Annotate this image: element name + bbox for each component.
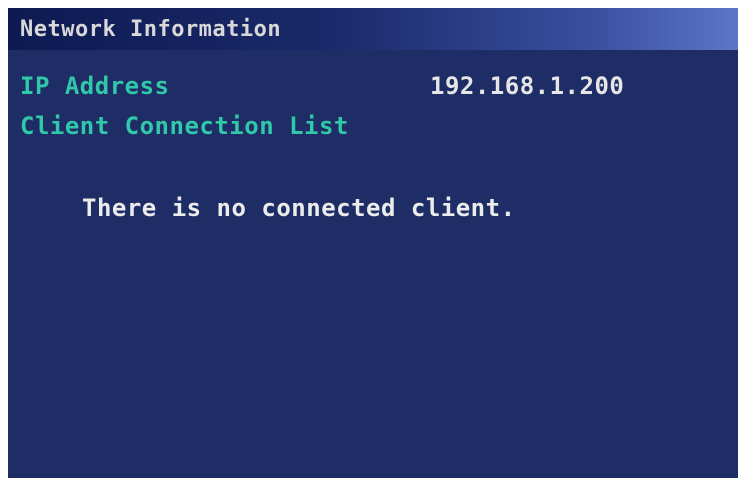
ip-address-value: 192.168.1.200 xyxy=(430,72,625,100)
screen-title: Network Information xyxy=(20,17,282,42)
network-information-screen: Network Information IP Address 192.168.1… xyxy=(8,8,738,478)
ip-address-label: IP Address xyxy=(20,72,170,100)
client-connection-list-label: Client Connection List xyxy=(20,112,349,140)
title-bar: Network Information xyxy=(8,8,738,50)
no-client-message: There is no connected client. xyxy=(82,194,516,222)
